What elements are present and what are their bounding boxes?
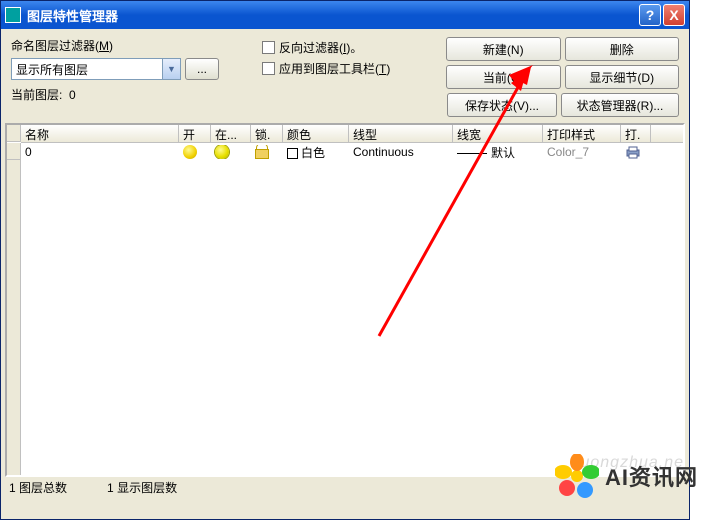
header-lock[interactable]: 锁. bbox=[251, 125, 283, 142]
cell-plotstyle[interactable]: Color_7 bbox=[543, 145, 621, 159]
set-current-button[interactable]: 当前(C) bbox=[446, 65, 561, 89]
app-icon bbox=[5, 7, 21, 23]
row-handle[interactable] bbox=[7, 143, 21, 160]
header-name[interactable]: 名称 bbox=[21, 125, 179, 142]
filter-combobox[interactable]: 显示所有图层 ▼ bbox=[11, 58, 181, 80]
lightbulb-icon bbox=[183, 145, 197, 159]
filter-browse-button[interactable]: ... bbox=[185, 58, 219, 80]
titlebar: 图层特性管理器 ? X bbox=[1, 1, 689, 29]
header-plot[interactable]: 打. bbox=[621, 125, 651, 142]
corner-cell bbox=[7, 125, 21, 142]
cell-linetype[interactable]: Continuous bbox=[349, 145, 453, 159]
checkbox-icon bbox=[262, 41, 275, 54]
header-plotstyle[interactable]: 打印样式 bbox=[543, 125, 621, 142]
new-layer-button[interactable]: 新建(N) bbox=[446, 37, 561, 61]
current-layer-display: 当前图层: 0 bbox=[11, 86, 256, 103]
shown-layers: 1 显示图层数 bbox=[107, 479, 177, 495]
close-button[interactable]: X bbox=[663, 4, 685, 26]
sun-icon bbox=[215, 145, 229, 159]
help-button[interactable]: ? bbox=[639, 4, 661, 26]
header-linetype[interactable]: 线型 bbox=[349, 125, 453, 142]
checkbox-icon bbox=[262, 62, 275, 75]
apply-to-toolbar-label: 应用到图层工具栏(T) bbox=[279, 60, 390, 77]
chevron-down-icon[interactable]: ▼ bbox=[162, 59, 180, 79]
named-filter-label: 命名图层过滤器(M) bbox=[11, 37, 113, 54]
invert-filter-checkbox[interactable]: 反向过滤器(I)。 bbox=[262, 39, 446, 56]
list-header-row: 名称 开 在... 锁. 颜色 线型 线宽 打印样式 打. bbox=[21, 125, 683, 143]
filter-combo-value: 显示所有图层 bbox=[12, 61, 162, 78]
header-freeze[interactable]: 在... bbox=[211, 125, 251, 142]
lock-icon bbox=[255, 145, 269, 157]
window-title: 图层特性管理器 bbox=[27, 6, 639, 25]
status-bar: 1 图层总数 1 显示图层数 bbox=[1, 477, 689, 497]
cell-color[interactable]: 白色 bbox=[283, 144, 349, 161]
printer-icon bbox=[625, 145, 641, 159]
cell-plot[interactable] bbox=[621, 145, 651, 160]
header-on[interactable]: 开 bbox=[179, 125, 211, 142]
invert-filter-label: 反向过滤器(I)。 bbox=[279, 39, 362, 56]
apply-to-toolbar-checkbox[interactable]: 应用到图层工具栏(T) bbox=[262, 60, 446, 77]
ellipsis-icon: ... bbox=[197, 62, 207, 76]
header-color[interactable]: 颜色 bbox=[283, 125, 349, 142]
color-swatch-icon bbox=[287, 148, 298, 159]
header-lineweight[interactable]: 线宽 bbox=[453, 125, 543, 142]
state-manager-button[interactable]: 状态管理器(R)... bbox=[561, 93, 679, 117]
cell-lineweight[interactable]: 默认 bbox=[453, 144, 543, 161]
delete-layer-button[interactable]: 删除 bbox=[565, 37, 680, 61]
layer-row[interactable]: 0 白色 Continuous 默认 Color_7 bbox=[21, 143, 683, 161]
show-details-button[interactable]: 显示细节(D) bbox=[565, 65, 680, 89]
save-state-button[interactable]: 保存状态(V)... bbox=[447, 93, 557, 117]
lineweight-icon bbox=[457, 153, 487, 154]
dialog-body: 命名图层过滤器(M) 显示所有图层 ▼ ... 当前图层: 0 bbox=[1, 29, 689, 123]
layer-properties-dialog: 图层特性管理器 ? X 命名图层过滤器(M) 显示所有图层 ▼ ... bbox=[0, 0, 690, 520]
row-handle-column bbox=[7, 143, 21, 475]
layer-list: 名称 开 在... 锁. 颜色 线型 线宽 打印样式 打. 0 bbox=[5, 123, 685, 477]
cell-freeze[interactable] bbox=[211, 145, 251, 160]
total-layers: 1 图层总数 bbox=[9, 479, 67, 495]
cell-lock[interactable] bbox=[251, 145, 283, 160]
cell-on[interactable] bbox=[179, 145, 211, 160]
cell-layer-name[interactable]: 0 bbox=[21, 145, 179, 159]
